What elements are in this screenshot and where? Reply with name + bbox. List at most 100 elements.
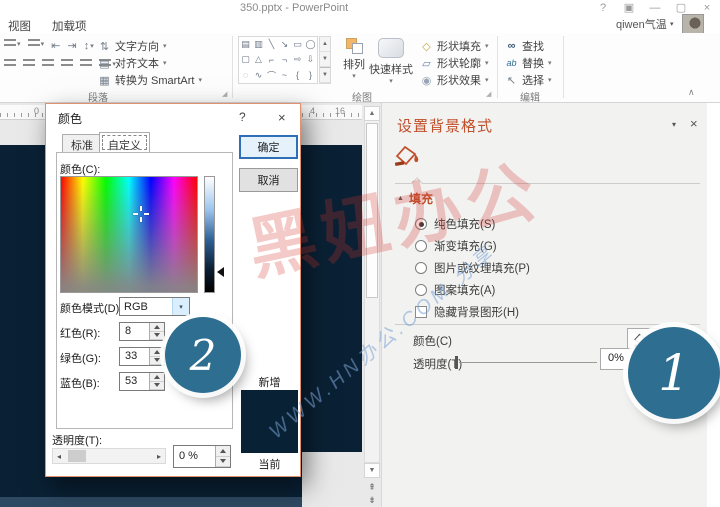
option-gradient-fill[interactable]: 渐变填充(G): [415, 238, 497, 254]
arrange-button[interactable]: 排列 ▾: [340, 38, 368, 80]
shape-effects-button[interactable]: ◉ 形状效果▾: [420, 72, 489, 88]
shape-icon[interactable]: ∿: [252, 68, 265, 83]
transparency-stepper[interactable]: 0 %: [173, 445, 231, 468]
gallery-more-icon[interactable]: ▼: [320, 67, 330, 83]
select-button[interactable]: ↖ 选择▾: [505, 72, 552, 88]
option-pattern-fill[interactable]: 图案填充(A): [415, 282, 495, 298]
shape-gallery-scrollbar[interactable]: ▲ ▼ ▼: [319, 36, 331, 84]
shape-icon[interactable]: ⇩: [304, 52, 317, 67]
spin-down-icon[interactable]: [150, 357, 164, 366]
spin-up-icon[interactable]: [150, 323, 164, 332]
transparency-scrollbar[interactable]: ◂ ▸: [52, 448, 166, 464]
bullet-list-icon[interactable]: ▾: [4, 39, 21, 49]
align-right-icon[interactable]: [42, 59, 54, 69]
pane-options-icon[interactable]: ▾: [672, 120, 676, 129]
fill-section-header[interactable]: ▲ 填充: [397, 190, 433, 207]
increase-indent-icon[interactable]: ⇥: [67, 39, 76, 52]
restore-icon[interactable]: ▢: [670, 1, 692, 15]
shape-outline-button[interactable]: ▱ 形状轮廓▾: [420, 55, 489, 71]
decrease-indent-icon[interactable]: ⇤: [51, 39, 60, 52]
shape-icon[interactable]: ⌐: [265, 52, 278, 67]
shape-icon[interactable]: ◌: [239, 68, 252, 83]
radio-icon[interactable]: [415, 262, 427, 274]
shape-icon[interactable]: ▢: [239, 52, 252, 67]
tab-standard[interactable]: 标准: [62, 134, 102, 153]
red-stepper[interactable]: 8: [119, 322, 165, 341]
avatar[interactable]: [682, 14, 704, 34]
numbered-list-icon[interactable]: ▾: [28, 39, 45, 49]
spin-down-icon[interactable]: [150, 382, 164, 391]
radio-icon[interactable]: [415, 240, 427, 252]
spin-up-icon[interactable]: [150, 348, 164, 357]
close-icon[interactable]: ×: [696, 1, 718, 15]
shape-icon[interactable]: ⇨: [291, 52, 304, 67]
option-picture-fill[interactable]: 图片或纹理填充(P): [415, 260, 530, 276]
luminance-arrow-icon[interactable]: [217, 267, 224, 277]
transparency-slider-track[interactable]: [459, 362, 597, 363]
scroll-right-icon[interactable]: ▸: [153, 452, 165, 461]
spin-down-icon[interactable]: [216, 457, 230, 468]
align-left-icon[interactable]: [4, 59, 16, 69]
blue-stepper[interactable]: 53: [119, 372, 165, 391]
ribbon-display-icon[interactable]: ▣: [618, 1, 640, 15]
radio-icon[interactable]: [415, 218, 427, 230]
account-name[interactable]: qiwen气温: [616, 16, 667, 32]
line-spacing-icon[interactable]: ↕▾: [84, 40, 94, 52]
green-stepper[interactable]: 33: [119, 347, 165, 366]
tab-view[interactable]: 视图: [8, 18, 31, 34]
paint-bucket-icon[interactable]: [394, 145, 420, 172]
radio-icon[interactable]: [415, 284, 427, 296]
paragraph-dialog-launcher-icon[interactable]: ◢: [222, 90, 227, 98]
gallery-down-icon[interactable]: ▼: [320, 52, 330, 67]
collapse-ribbon-icon[interactable]: ∧: [688, 87, 695, 98]
shape-icon[interactable]: ⌒: [265, 68, 278, 83]
align-center-icon[interactable]: [23, 59, 35, 69]
gallery-up-icon[interactable]: ▲: [320, 37, 330, 52]
justify-icon[interactable]: [61, 59, 73, 69]
pane-close-icon[interactable]: ×: [690, 116, 698, 131]
spin-down-icon[interactable]: [150, 332, 164, 341]
cancel-button[interactable]: 取消: [239, 168, 298, 192]
shape-icon[interactable]: ↘: [278, 37, 291, 52]
ok-button[interactable]: 确定: [239, 135, 298, 159]
dialog-help-icon[interactable]: ?: [239, 110, 246, 124]
replace-button[interactable]: ab 替换▾: [505, 55, 552, 71]
scroll-down-icon[interactable]: ▼: [364, 463, 380, 478]
shape-icon[interactable]: ╲: [265, 37, 278, 52]
help-icon[interactable]: ?: [592, 1, 614, 15]
hide-background-checkbox[interactable]: 隐藏背景图形(H): [415, 304, 519, 320]
find-button[interactable]: ∞ 查找: [505, 38, 544, 54]
color-mode-dropdown[interactable]: RGB ▾: [119, 297, 190, 316]
account-dropdown-icon[interactable]: ▾: [670, 20, 674, 28]
quick-styles-button[interactable]: 快速样式 ▾: [368, 38, 414, 85]
shape-icon[interactable]: ▤: [239, 37, 252, 52]
scrollbar-thumb[interactable]: [366, 123, 378, 298]
shape-icon[interactable]: {: [291, 68, 304, 83]
shape-icon[interactable]: ¬: [278, 52, 291, 67]
tab-custom[interactable]: 自定义: [99, 132, 150, 153]
transparency-slider-thumb[interactable]: [455, 356, 458, 369]
scroll-left-icon[interactable]: ◂: [53, 452, 65, 461]
color-spectrum[interactable]: [60, 176, 198, 293]
shape-icon[interactable]: ▭: [291, 37, 304, 52]
next-slide-icon[interactable]: ⇟: [364, 493, 380, 507]
align-text-button[interactable]: ▤ 对齐文本▾: [98, 55, 167, 71]
checkbox-icon[interactable]: [415, 306, 427, 318]
shape-icon[interactable]: ◯: [304, 37, 317, 52]
shape-icon[interactable]: ▥: [252, 37, 265, 52]
option-solid-fill[interactable]: 纯色填充(S): [415, 216, 495, 232]
spin-up-icon[interactable]: [216, 446, 230, 457]
scroll-up-icon[interactable]: ▲: [364, 106, 380, 121]
shape-icon[interactable]: ~: [278, 68, 291, 83]
tab-addins[interactable]: 加载项: [52, 18, 87, 34]
spin-up-icon[interactable]: [150, 373, 164, 382]
distributed-icon[interactable]: [80, 59, 92, 69]
shape-icon[interactable]: △: [252, 52, 265, 67]
shape-fill-button[interactable]: ◇ 形状填充▾: [420, 38, 489, 54]
dialog-close-icon[interactable]: ×: [278, 110, 286, 125]
text-direction-button[interactable]: ⇅ 文字方向▾: [98, 38, 167, 54]
scrollbar-thumb[interactable]: [68, 450, 86, 462]
minimize-icon[interactable]: —: [644, 1, 666, 15]
shape-icon[interactable]: }: [304, 68, 317, 83]
luminance-bar[interactable]: [204, 176, 215, 293]
